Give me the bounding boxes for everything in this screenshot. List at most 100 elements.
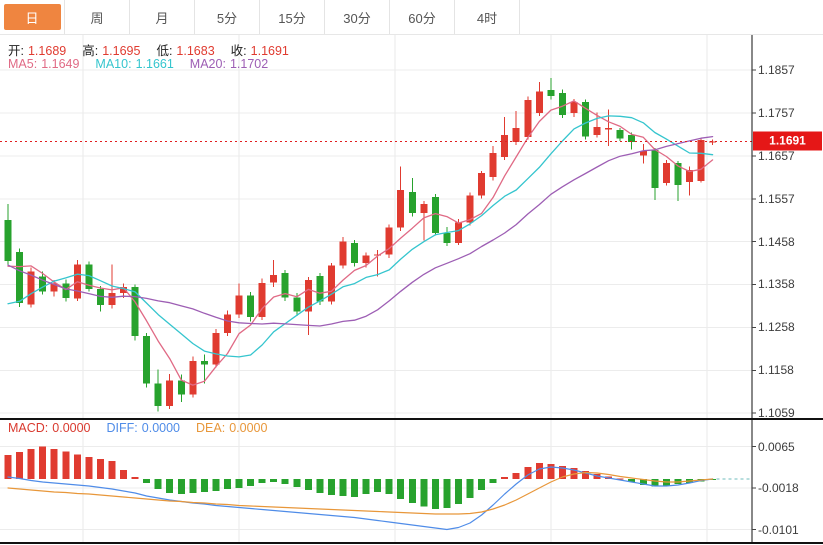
tab-period-1[interactable]: 周	[65, 0, 130, 34]
macd-bar-positive	[120, 470, 127, 479]
tab-period-6[interactable]: 60分	[390, 0, 455, 34]
macd-bar-positive	[28, 449, 35, 479]
readout-item: DEA: 0.0000	[196, 421, 271, 435]
readout-item: 低:1.1683	[156, 44, 218, 58]
macd-bar-positive	[51, 449, 58, 479]
readout-item: MACD:0.0000	[8, 421, 95, 435]
candle-body-down	[201, 361, 208, 364]
candle-body-up	[455, 223, 462, 243]
macd-bar-positive	[513, 473, 520, 479]
macd-bar-negative	[443, 479, 450, 508]
candle-body-down	[5, 220, 12, 261]
candle-body-up	[536, 92, 543, 114]
macd-bar-negative	[236, 479, 243, 488]
readout-item: 开:1.1689	[8, 44, 70, 58]
candle-body-down	[351, 243, 358, 263]
macd-bar-negative	[212, 479, 219, 491]
readout-label: MA10:	[95, 57, 131, 71]
readout-item: MA5:1.1649	[8, 57, 83, 71]
macd-tick-label: -0.0101	[758, 523, 799, 537]
readout-value: 1.1695	[102, 44, 140, 58]
readout-value: 1.1683	[176, 44, 214, 58]
ma5-line	[8, 101, 713, 385]
readout-value: 1.1661	[136, 57, 174, 71]
tab-label: 日	[4, 4, 61, 30]
candle-body-up	[397, 190, 404, 228]
tab-period-2[interactable]: 月	[130, 0, 195, 34]
ma-readout: MA5:1.1649 MA10: 1.1661 MA20: 1.1702	[8, 57, 284, 71]
tab-period-4[interactable]: 15分	[260, 0, 325, 34]
current-price-tag: 1.1691	[753, 132, 822, 151]
macd-bar-negative	[143, 479, 150, 483]
candle-body-up	[605, 128, 612, 130]
candle-body-up	[663, 163, 670, 183]
macd-bar-negative	[420, 479, 427, 507]
tab-period-7[interactable]: 4时	[455, 0, 520, 34]
tab-period-5[interactable]: 30分	[325, 0, 390, 34]
price-tick-label: 1.1458	[758, 235, 795, 249]
readout-label: DIFF:	[107, 421, 138, 435]
readout-item: MA20: 1.1702	[190, 57, 272, 71]
macd-bar-negative	[270, 479, 277, 482]
price-tick-label: 1.1158	[758, 363, 794, 377]
candle-body-down	[293, 297, 300, 311]
macd-bar-positive	[109, 461, 116, 479]
price-tick-label: 1.1059	[758, 406, 795, 420]
candle-body-down	[62, 284, 69, 299]
tab-label: 60分	[394, 4, 451, 30]
macd-bar-negative	[316, 479, 323, 493]
readout-value: 1.1702	[230, 57, 268, 71]
macd-bar-negative	[432, 479, 439, 509]
macd-bar-positive	[62, 452, 69, 480]
tab-label: 15分	[264, 4, 321, 30]
readout-value: 1.1649	[41, 57, 79, 71]
candle-body-down	[143, 336, 150, 383]
macd-bar-negative	[293, 479, 300, 487]
macd-bar-negative	[490, 479, 497, 483]
readout-item: MA10: 1.1661	[95, 57, 177, 71]
tab-label: 5分	[199, 4, 256, 30]
candle-body-down	[559, 93, 566, 115]
macd-bar-negative	[259, 479, 266, 483]
tab-label: 4时	[459, 4, 516, 30]
kline-macd-chart	[0, 0, 823, 545]
candle-body-up	[340, 242, 347, 266]
candle-body-down	[617, 130, 624, 138]
candle-body-up	[270, 275, 277, 283]
readout-value: 1.1691	[251, 44, 289, 58]
tab-period-0[interactable]: 日	[0, 0, 65, 34]
readout-label: MA20:	[190, 57, 226, 71]
macd-bar-negative	[363, 479, 370, 494]
readout-value: 0.0000	[229, 421, 267, 435]
tab-period-3[interactable]: 5分	[195, 0, 260, 34]
macd-bar-negative	[282, 479, 289, 484]
readout-label: DEA:	[196, 421, 225, 435]
macd-bar-negative	[340, 479, 347, 496]
macd-bar-positive	[547, 464, 554, 479]
macd-bar-negative	[397, 479, 404, 499]
trading-chart-app: 日周月5分15分30分60分4时 开:1.1689高:1.1695低:1.168…	[0, 0, 823, 545]
macd-bar-positive	[39, 447, 46, 480]
candle-body-down	[547, 90, 554, 96]
readout-item: 收: 1.1691	[231, 44, 293, 58]
macd-bar-negative	[155, 479, 162, 489]
macd-bar-positive	[501, 477, 508, 479]
price-tick-label: 1.1258	[758, 320, 795, 334]
macd-bar-negative	[247, 479, 254, 486]
readout-value: 0.0000	[52, 421, 90, 435]
macd-bar-positive	[16, 452, 23, 479]
macd-bar-negative	[455, 479, 462, 504]
macd-tick-label: 0.0065	[758, 440, 795, 454]
tabbar-underline	[0, 34, 823, 35]
readout-value: 0.0000	[142, 421, 180, 435]
ma20-line	[8, 137, 713, 326]
macd-bar-positive	[536, 463, 543, 479]
macd-bar-positive	[5, 455, 12, 479]
candle-body-up	[363, 256, 370, 263]
candle-body-up	[571, 102, 578, 113]
candle-body-down	[16, 252, 23, 303]
macd-bar-negative	[386, 479, 393, 494]
readout-label: 收:	[231, 44, 247, 58]
candle-body-up	[109, 293, 116, 305]
candle-body-up	[594, 127, 601, 135]
